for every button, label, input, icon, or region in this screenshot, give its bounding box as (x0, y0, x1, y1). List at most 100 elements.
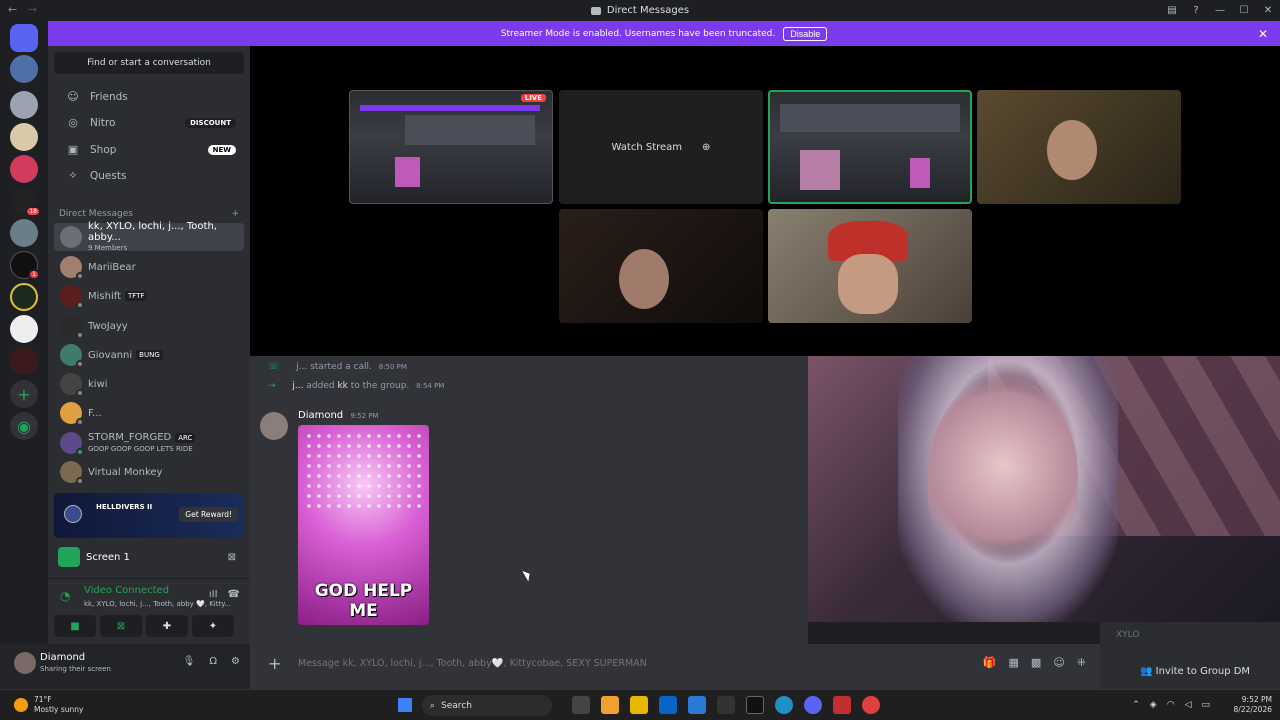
server-icon[interactable] (10, 123, 38, 151)
store-icon[interactable] (659, 696, 677, 714)
nav-nitro[interactable]: ◎ Nitro DISCOUNT (54, 111, 244, 135)
clock[interactable]: 9:52 PM 8/22/2026 (1234, 695, 1272, 715)
video-tile[interactable] (977, 90, 1181, 204)
dm-item[interactable]: kiwi (54, 370, 244, 398)
stream-tile[interactable]: Watch Stream ⊕ (559, 90, 763, 204)
invite-group-dm-button[interactable]: 👥 Invite to Group DM (1140, 666, 1250, 677)
noise-suppression-icon[interactable]: ıII (209, 589, 218, 600)
server-rail: 18 1 + ◉ (0, 21, 48, 689)
add-server-icon[interactable]: + (10, 380, 38, 408)
stream-tile[interactable]: LIVE (349, 90, 553, 204)
find-conversation-button[interactable]: Find or start a conversation (54, 52, 244, 74)
sticker-icon[interactable]: ▩ (1031, 656, 1041, 669)
close-icon[interactable]: ✕ (1258, 27, 1268, 41)
gift-icon[interactable]: 🎁 (983, 656, 997, 669)
help-icon[interactable]: ? (1184, 5, 1208, 16)
server-icon[interactable] (10, 91, 38, 119)
dm-item[interactable]: Giovanni BUNG (54, 341, 244, 369)
dm-item[interactable]: Virtual Monkey (54, 458, 244, 486)
author-name[interactable]: Diamond (298, 410, 343, 421)
battery-icon[interactable]: ▭ (1201, 700, 1210, 710)
close-screen-icon[interactable]: ⊠ (228, 552, 236, 563)
back-arrow-icon[interactable]: ← (8, 3, 17, 16)
dm-item[interactable]: Mishift TFTF (54, 282, 244, 310)
dm-item[interactable]: F... (54, 399, 244, 427)
volume-icon[interactable]: ◁ (1185, 700, 1192, 710)
self-webcam-view[interactable] (808, 356, 1280, 622)
soundboard-button[interactable]: ✦ (192, 615, 234, 637)
avatar[interactable] (14, 652, 36, 674)
dm-item[interactable]: kk, XYLO, lochi, j..., Tooth, abby... 9 M… (54, 221, 244, 252)
video-tile[interactable] (559, 209, 763, 323)
network-icon[interactable]: ◈ (1150, 700, 1157, 710)
streamer-mode-banner: Streamer Mode is enabled. Usernames have… (48, 21, 1280, 46)
discover-icon[interactable]: ◉ (10, 412, 38, 440)
taskbar-search[interactable]: ⌕ Search (422, 695, 552, 716)
wifi-icon[interactable]: ◠ (1167, 700, 1175, 710)
server-icon[interactable] (10, 155, 38, 183)
banner-text: Streamer Mode is enabled. Usernames have… (500, 28, 776, 39)
helldivers-promo[interactable]: HELLDIVERS II Get Reward! (54, 493, 244, 538)
server-icon[interactable] (10, 347, 38, 375)
nav-shop[interactable]: ▣ Shop NEW (54, 138, 244, 162)
disable-streamer-mode-button[interactable]: Disable (783, 26, 828, 41)
message-input[interactable] (298, 658, 938, 669)
apps-icon[interactable]: ⁜ (1077, 656, 1086, 669)
maximize-button[interactable]: ☐ (1232, 5, 1256, 16)
windows-start-icon[interactable] (398, 698, 412, 712)
server-icon[interactable]: 18 (10, 187, 41, 217)
file-explorer-icon[interactable] (630, 696, 648, 714)
screen-share-row[interactable]: Screen 1 ⊠ (54, 546, 244, 568)
emoji-icon[interactable]: ☺ (1053, 656, 1064, 669)
stream-tile[interactable] (768, 90, 972, 204)
chevron-up-icon[interactable]: ⌃ (1132, 700, 1140, 710)
disconnect-icon[interactable]: ☎ (228, 589, 240, 600)
forward-arrow-icon[interactable]: → (28, 3, 37, 16)
dm-item[interactable]: MariiBear (54, 253, 244, 281)
server-icon[interactable] (10, 219, 38, 247)
popout-icon[interactable]: ⊕ (702, 142, 710, 153)
nav-quests[interactable]: ✧ Quests (54, 164, 244, 188)
activities-button[interactable]: ✚ (146, 615, 188, 637)
taskbar: 71°F Mostly sunny ⌕ Search ⌃ ◈ ◠ ◁ ▭ 9:5… (0, 689, 1280, 720)
home-discord-icon[interactable] (10, 24, 38, 52)
get-reward-button[interactable]: Get Reward! (179, 507, 238, 522)
app-icon[interactable] (746, 696, 764, 714)
avatar (60, 402, 84, 426)
attach-plus-icon[interactable]: + (268, 654, 281, 673)
dm-item[interactable]: TwoJayy (54, 312, 244, 340)
edge-icon[interactable] (775, 696, 793, 714)
watch-stream-overlay[interactable]: Watch Stream ⊕ (559, 90, 763, 204)
headphones-icon[interactable]: Ω (209, 656, 217, 667)
task-view-icon[interactable] (572, 696, 590, 714)
inbox-icon[interactable]: ▤ (1160, 5, 1184, 16)
watch-stream-label[interactable]: Watch Stream (612, 142, 683, 153)
server-icon[interactable]: 1 (10, 251, 40, 280)
server-icon[interactable] (10, 55, 38, 83)
dm-item[interactable]: STORM_FORGED ARC GOOP GOOP GOOP LETS RIDE (54, 429, 244, 457)
gif-attachment[interactable]: GOD HELP ME (298, 425, 429, 625)
camera-button[interactable]: ■ (54, 615, 96, 637)
close-window-button[interactable]: ✕ (1256, 5, 1280, 16)
discord-icon[interactable] (804, 696, 822, 714)
member-name[interactable]: XYLO (1116, 630, 1139, 640)
weather-widget[interactable]: 71°F Mostly sunny (14, 695, 83, 715)
create-dm-icon[interactable]: + (231, 209, 239, 219)
settings-gear-icon[interactable]: ⚙ (231, 656, 240, 667)
server-icon[interactable] (10, 283, 38, 311)
video-tile[interactable] (768, 209, 972, 323)
gif-icon[interactable]: ▦ (1009, 656, 1019, 669)
signal-icon[interactable]: ◔ (60, 589, 70, 603)
photoshop-icon[interactable] (688, 696, 706, 714)
microphone-icon[interactable]: 🎙 (183, 656, 196, 667)
avatar[interactable] (260, 412, 288, 440)
share-screen-button[interactable]: ⊠ (100, 615, 142, 637)
voice-status[interactable]: Video Connected (84, 585, 169, 596)
nav-friends[interactable]: ☺ Friends (54, 85, 244, 109)
copilot-icon[interactable] (601, 696, 619, 714)
server-icon[interactable] (10, 315, 38, 343)
chrome-icon[interactable] (862, 696, 880, 714)
minimize-button[interactable]: — (1208, 5, 1232, 16)
app-icon[interactable] (833, 696, 851, 714)
app-icon[interactable] (717, 696, 735, 714)
